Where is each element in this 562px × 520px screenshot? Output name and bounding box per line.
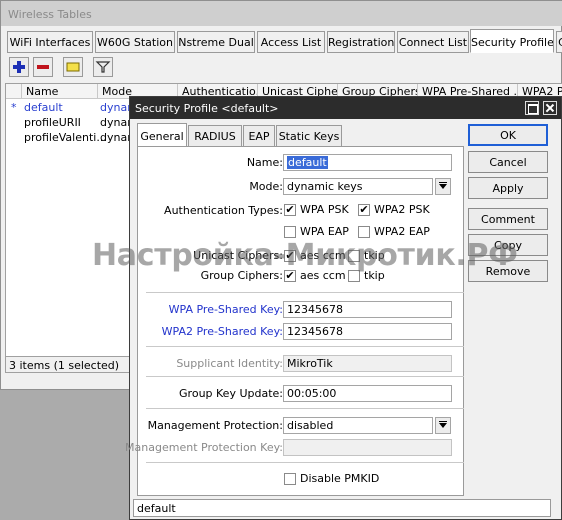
filter-button[interactable] [93,57,113,77]
close-icon[interactable] [543,101,557,115]
dialog-title: Security Profile <default> [130,97,561,119]
add-button[interactable] [9,57,29,77]
remove-icon [37,65,49,69]
wpa2-eap-checkbox[interactable] [358,226,370,238]
security-profile-dialog: Security Profile <default> General RADIU… [125,96,562,520]
management-protection-dropdown-icon[interactable] [435,417,451,434]
comment-button[interactable] [63,57,83,77]
group-key-update-label: Group Key Update: [179,387,283,400]
row-mode: dynami [100,131,132,144]
supplicant-identity-field: MikroTik [283,355,452,372]
tab-nstreme-dual[interactable]: Nstreme Dual [177,31,255,53]
divider [146,462,464,463]
wpa-eap-label: WPA EAP [300,225,349,238]
wpa2-psk-key-input[interactable]: 12345678 [283,323,452,340]
maximize-icon[interactable] [525,101,539,115]
add-icon [13,61,25,73]
wpa-eap-checkbox[interactable] [284,226,296,238]
toolbar [5,55,562,81]
disable-pmkid-checkbox[interactable] [284,473,296,485]
row-name: profileValenti... [24,131,107,144]
row-mode: dynami [100,116,132,129]
wpa2-psk-key-label: WPA2 Pre-Shared Key: [161,325,283,338]
cancel-button[interactable]: Cancel [468,151,548,173]
mode-select[interactable]: dynamic keys [283,178,433,195]
tab-general[interactable]: General [137,123,187,147]
wpa-psk-key-label: WPA Pre-Shared Key: [168,303,283,316]
mode-dropdown-icon[interactable] [435,178,451,195]
row-name: profileURII [24,116,81,129]
management-protection-label: Management Protection: [147,419,283,432]
tab-security-profiles[interactable]: Security Profiles [470,29,554,53]
divider [146,376,464,377]
tab-bar: WiFi Interfaces W60G Station Nstreme Dua… [7,29,562,53]
group-key-update-input[interactable]: 00:05:00 [283,385,452,402]
management-protection-key-label: Management Protection Key: [125,441,283,454]
name-field[interactable]: default [283,154,452,171]
column-header-marker [6,84,22,99]
supplicant-identity-label: Supplicant Identity: [176,357,283,370]
management-protection-key-field [283,439,452,456]
dialog-status-bar: default [133,499,551,517]
tab-radius[interactable]: RADIUS [188,125,242,147]
wpa-psk-label: WPA PSK [300,203,349,216]
wpa2-psk-checkbox[interactable]: ✔ [358,204,370,216]
column-header-name[interactable]: Name [22,84,98,99]
tab-connect-list[interactable]: Connect List [397,31,469,53]
default-marker: * [11,101,17,114]
wpa2-psk-label: WPA2 PSK [374,203,430,216]
items-count-status: 3 items (1 selected) [5,356,131,373]
tab-static-keys[interactable]: Static Keys [276,125,342,147]
general-panel: Name: default Mode: dynamic keys Authent… [125,146,464,496]
tab-more[interactable]: C [556,31,562,53]
watermark-text: Настройка-Микротик.РФ [92,238,518,273]
wpa-psk-key-input[interactable]: 12345678 [283,301,452,318]
name-label: Name: [246,156,283,169]
tab-eap[interactable]: EAP [243,125,275,147]
ok-button[interactable]: OK [468,124,548,146]
row-mode: dynami [100,101,132,114]
disable-pmkid-label: Disable PMKID [300,472,380,485]
filter-icon [95,61,111,73]
tab-w60g-station[interactable]: W60G Station [95,31,175,53]
comment-button[interactable]: Comment [468,208,548,230]
tab-registration[interactable]: Registration [327,31,395,53]
remove-button[interactable] [33,57,53,77]
divider [146,292,464,293]
mode-label: Mode: [249,180,283,193]
auth-types-label: Authentication Types: [164,204,283,217]
wpa2-eap-label: WPA2 EAP [374,225,430,238]
apply-button[interactable]: Apply [468,177,548,199]
divider [146,408,464,409]
name-value: default [287,156,328,169]
window-title: Wireless Tables [1,1,562,26]
comment-icon [66,62,80,72]
row-name: default [24,101,63,114]
management-protection-select[interactable]: disabled [283,417,433,434]
tab-wifi-interfaces[interactable]: WiFi Interfaces [7,31,93,53]
divider [146,346,464,347]
tab-access-list[interactable]: Access List [257,31,325,53]
wpa-psk-checkbox[interactable]: ✔ [284,204,296,216]
